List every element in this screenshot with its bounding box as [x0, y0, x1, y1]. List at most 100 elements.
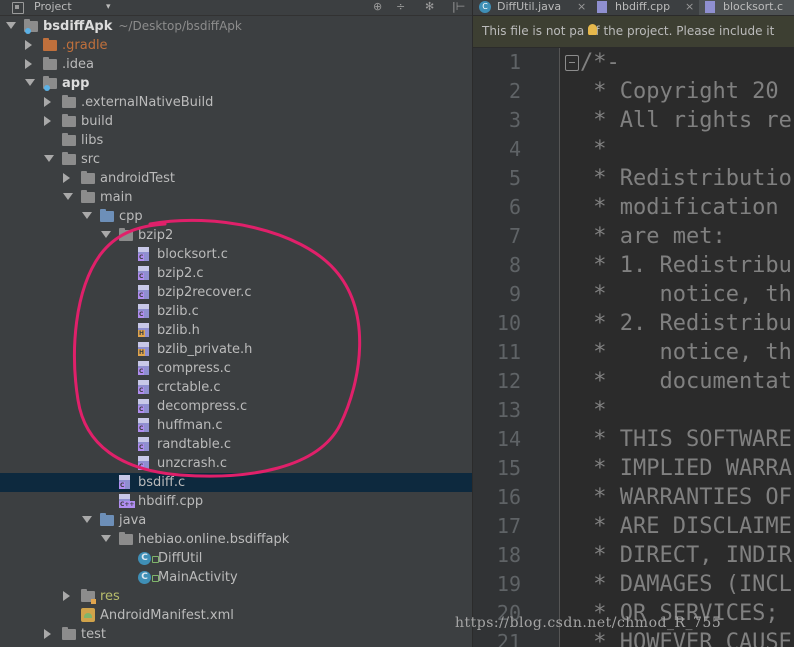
tree-row[interactable]: main: [0, 188, 472, 207]
tree-item-label: bzlib.h: [157, 323, 200, 338]
tree-row[interactable]: Cbzip2.c: [0, 264, 472, 283]
tree-row[interactable]: Chuffman.c: [0, 416, 472, 435]
tree-row[interactable]: Ccrctable.c: [0, 378, 472, 397]
folder-icon: [62, 152, 76, 165]
chevron-down-icon[interactable]: [44, 155, 54, 162]
tree-row[interactable]: Hbzlib.h: [0, 321, 472, 340]
folder-icon: [62, 114, 76, 127]
chevron-down-icon[interactable]: [82, 212, 92, 219]
tree-row[interactable]: java: [0, 511, 472, 530]
tree-row[interactable]: Crandtable.c: [0, 435, 472, 454]
tree-row[interactable]: cpp: [0, 207, 472, 226]
tree-item-label: .idea: [62, 57, 94, 72]
chevron-down-icon[interactable]: ▾: [106, 0, 111, 14]
chevron-right-icon[interactable]: [44, 97, 51, 107]
chevron-right-icon[interactable]: [44, 629, 51, 639]
module-folder-icon: [24, 19, 38, 34]
tree-item-label: bzip2recover.c: [157, 285, 252, 300]
line-number: 10: [496, 311, 521, 335]
chevron-right-icon[interactable]: [25, 59, 32, 69]
tab-label: hbdiff.cpp: [615, 0, 671, 13]
line-number-gutter: 1 2 3 4 5 6 7 8 9 10 11 12 13 14 15 16 17 18 19 20 21: [473, 48, 559, 647]
code-line: * Redistributio: [580, 166, 792, 191]
tree-row[interactable]: C MainActivity: [0, 568, 472, 587]
tree-item-label: huffman.c: [157, 418, 223, 433]
tree-row[interactable]: .idea: [0, 55, 472, 74]
tree-row[interactable]: Cblocksort.c: [0, 245, 472, 264]
folder-icon: [62, 627, 76, 640]
tree-row[interactable]: src: [0, 150, 472, 169]
tree-item-label: DiffUtil: [158, 551, 203, 566]
tree-row[interactable]: Ccompress.c: [0, 359, 472, 378]
tree-row[interactable]: C DiffUtil: [0, 549, 472, 568]
tree-item-label: app: [62, 76, 90, 91]
tree-row[interactable]: bzip2: [0, 226, 472, 245]
collapse-all-icon[interactable]: ÷: [396, 0, 405, 14]
chevron-down-icon[interactable]: [101, 231, 111, 238]
tree-item-label: bzip2.c: [157, 266, 204, 281]
project-panel: Project ▾ ⊕ ÷ ✻ |⊢ bsdiffApk ~/Desktop/bs…: [0, 0, 472, 647]
tree-row[interactable]: Cunzcrash.c: [0, 454, 472, 473]
hide-panel-icon[interactable]: |⊢: [452, 0, 465, 14]
line-number: 19: [496, 572, 521, 596]
close-icon[interactable]: ×: [685, 0, 694, 14]
chevron-right-icon[interactable]: [25, 40, 32, 50]
code-line: * Copyright 20: [580, 79, 779, 104]
tree-item-label: hebiao.online.bsdiffapk: [138, 532, 290, 547]
tree-row[interactable]: app: [0, 74, 472, 93]
tree-row[interactable]: Cbzip2recover.c: [0, 283, 472, 302]
c-file-icon: C: [138, 304, 149, 318]
c-file-icon: C: [138, 437, 149, 451]
line-number: 8: [508, 253, 521, 277]
tree-row[interactable]: Hbzlib_private.h: [0, 340, 472, 359]
chevron-right-icon[interactable]: [63, 591, 70, 601]
tree-row[interactable]: .gradle: [0, 36, 472, 55]
folder-icon: [119, 532, 133, 545]
tree-row[interactable]: AndroidManifest.xml: [0, 606, 472, 625]
tree-row[interactable]: Cdecompress.c: [0, 397, 472, 416]
chevron-down-icon[interactable]: [63, 193, 73, 200]
code-line: * All rights re: [580, 108, 792, 133]
project-view-icon: [12, 2, 24, 14]
chevron-down-icon[interactable]: [6, 22, 16, 29]
scroll-from-source-icon[interactable]: ⊕: [373, 0, 382, 14]
tree-item-label: java: [119, 513, 147, 528]
tree-row[interactable]: test: [0, 625, 472, 644]
tree-row[interactable]: hebiao.online.bsdiffapk: [0, 530, 472, 549]
folder-icon: [119, 228, 133, 241]
tree-row[interactable]: build: [0, 112, 472, 131]
line-number: 7: [508, 224, 521, 248]
tree-row[interactable]: Cbzlib.c: [0, 302, 472, 321]
tree-row[interactable]: C++ hbdiff.cpp: [0, 492, 472, 511]
tree-item-label: MainActivity: [158, 570, 238, 585]
tree-item-label: blocksort.c: [157, 247, 228, 262]
tree-row[interactable]: res: [0, 587, 472, 606]
gear-icon[interactable]: ✻: [425, 0, 434, 14]
code-line: * notice, th: [580, 340, 792, 365]
c-file-icon: C: [138, 247, 149, 261]
close-icon[interactable]: ×: [577, 0, 586, 14]
tab-diffutil-java[interactable]: C DiffUtil.java ×: [473, 0, 591, 15]
tab-hbdiff-cpp[interactable]: hbdiff.cpp ×: [591, 0, 699, 15]
chevron-right-icon[interactable]: [44, 116, 51, 126]
chevron-down-icon[interactable]: [82, 516, 92, 523]
java-class-icon: C: [138, 571, 159, 584]
c-file-icon: C: [138, 361, 149, 375]
fold-toggle-icon[interactable]: [565, 55, 579, 71]
tree-item-label: decompress.c: [157, 399, 248, 414]
tree-row[interactable]: androidTest: [0, 169, 472, 188]
tree-row[interactable]: libs: [0, 131, 472, 150]
tree-row[interactable]: bsdiffApk ~/Desktop/bsdiffApk: [0, 17, 472, 36]
folder-icon: [81, 171, 95, 184]
project-view-label[interactable]: Project: [34, 0, 72, 14]
chevron-down-icon[interactable]: [101, 535, 111, 542]
tab-blocksort-c[interactable]: blocksort.c: [699, 0, 794, 15]
tree-item-label: hbdiff.cpp: [138, 494, 204, 509]
chevron-down-icon[interactable]: [25, 79, 35, 86]
tree-row[interactable]: .externalNativeBuild: [0, 93, 472, 112]
folder-icon: [100, 513, 114, 526]
lightbulb-icon[interactable]: [588, 24, 597, 35]
tree-item-label: bzip2: [138, 228, 174, 243]
tree-row[interactable]: Cbsdiff.c: [0, 473, 472, 492]
chevron-right-icon[interactable]: [63, 173, 70, 183]
